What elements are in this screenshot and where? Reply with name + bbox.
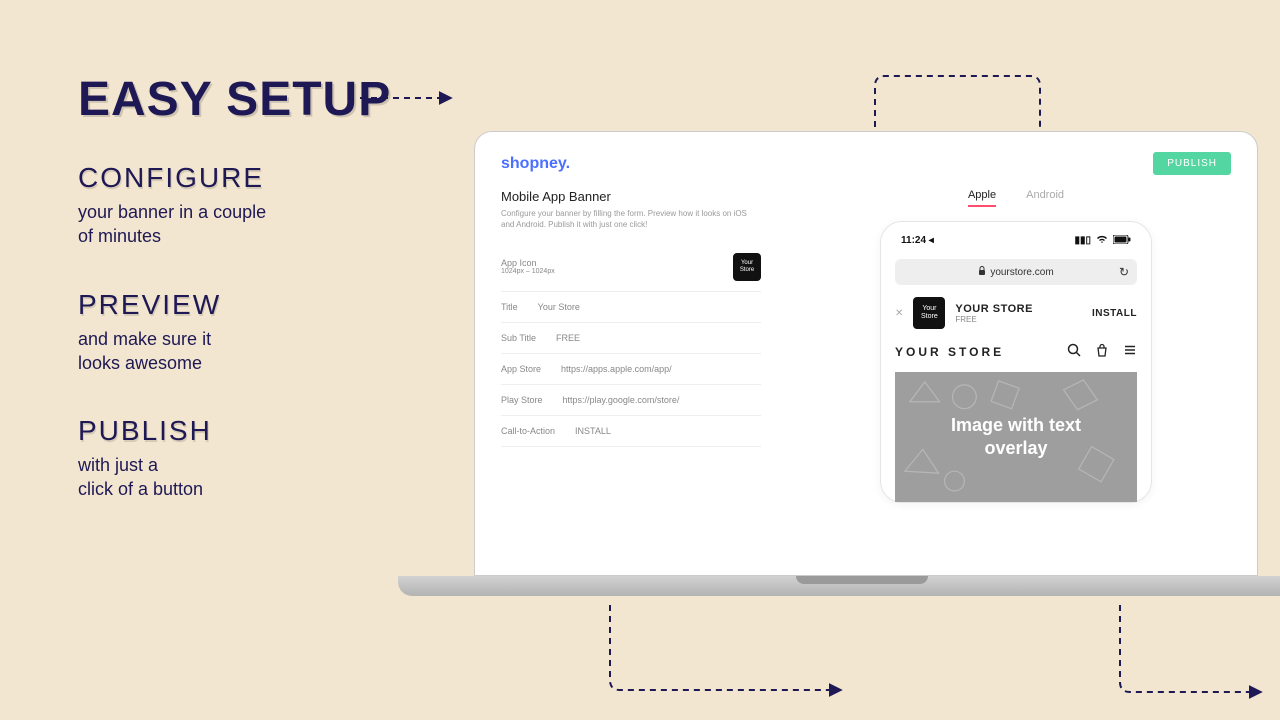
status-time: 11:24 ◂ — [901, 235, 934, 246]
tab-apple[interactable]: Apple — [968, 189, 996, 207]
step-publish: PUBLISH with just a click of a button — [78, 415, 408, 502]
app-icon-thumb: Your Store — [733, 253, 761, 281]
field-value: Your Store — [538, 302, 761, 312]
step-publish-head: PUBLISH — [78, 415, 408, 447]
field-label: Call-to-Action — [501, 426, 555, 436]
search-icon[interactable] — [1067, 343, 1081, 360]
signal-icon: ▮▮▯ — [1074, 235, 1091, 246]
field-label: Sub Title — [501, 333, 536, 343]
form-description: Configure your banner by filling the for… — [501, 209, 761, 231]
field-cta[interactable]: Call-to-Action INSTALL — [501, 416, 761, 447]
field-sub-title[interactable]: Sub Title FREE — [501, 323, 761, 354]
field-label: Play Store — [501, 395, 543, 405]
field-value: https://apps.apple.com/app/ — [561, 364, 761, 374]
config-form: Mobile App Banner Configure your banner … — [501, 189, 761, 503]
field-app-icon[interactable]: App Icon 1024px – 1024px Your Store — [501, 243, 761, 292]
step-preview-head: PREVIEW — [78, 289, 408, 321]
field-value: https://play.google.com/store/ — [563, 395, 761, 405]
battery-icon — [1113, 235, 1131, 247]
form-title: Mobile App Banner — [501, 189, 761, 204]
field-title[interactable]: Title Your Store — [501, 292, 761, 323]
hero-image: Image with text overlay — [895, 372, 1137, 502]
smart-banner: ✕ Your Store YOUR STORE FREE INSTALL — [895, 297, 1137, 329]
banner-title: YOUR STORE — [955, 303, 1082, 315]
step-publish-sub: with just a click of a button — [78, 453, 408, 502]
field-label: App Store — [501, 364, 541, 374]
page-title: EASY SETUP — [78, 72, 408, 127]
url-text: yourstore.com — [990, 267, 1053, 278]
url-bar[interactable]: yourstore.com ↻ — [895, 259, 1137, 285]
app-logo: shopney. — [501, 155, 570, 173]
phone-preview: 11:24 ◂ ▮▮▯ yourstor — [880, 221, 1152, 503]
step-preview: PREVIEW and make sure it looks awesome — [78, 289, 408, 376]
step-configure: CONFIGURE your banner in a couple of min… — [78, 162, 408, 249]
hero-text: Image with text overlay — [895, 414, 1137, 461]
field-label: App Icon — [501, 258, 555, 268]
laptop-notch — [796, 576, 928, 584]
field-label: Title — [501, 302, 518, 312]
field-value: INSTALL — [575, 426, 761, 436]
field-value: FREE — [556, 333, 761, 343]
step-configure-sub: your banner in a couple of minutes — [78, 200, 408, 249]
publish-button[interactable]: PUBLISH — [1153, 152, 1231, 175]
field-play-store[interactable]: Play Store https://play.google.com/store… — [501, 385, 761, 416]
lock-icon — [978, 266, 986, 278]
field-hint: 1024px – 1024px — [501, 268, 555, 275]
preview-panel: Apple Android 11:24 ◂ ▮▮▯ — [801, 189, 1231, 503]
store-brand: YOUR STORE — [895, 345, 1004, 359]
banner-icon: Your Store — [913, 297, 945, 329]
close-icon[interactable]: ✕ — [895, 308, 903, 319]
laptop-screen: shopney. PUBLISH Mobile App Banner Confi… — [474, 131, 1258, 576]
banner-subtitle: FREE — [955, 315, 1082, 324]
tab-android[interactable]: Android — [1026, 189, 1064, 207]
field-app-store[interactable]: App Store https://apps.apple.com/app/ — [501, 354, 761, 385]
bag-icon[interactable] — [1095, 343, 1109, 360]
wifi-icon — [1096, 234, 1108, 247]
menu-icon[interactable] — [1123, 343, 1137, 360]
step-preview-sub: and make sure it looks awesome — [78, 327, 408, 376]
install-button[interactable]: INSTALL — [1092, 308, 1137, 319]
step-configure-head: CONFIGURE — [78, 162, 408, 194]
refresh-icon[interactable]: ↻ — [1119, 265, 1129, 279]
